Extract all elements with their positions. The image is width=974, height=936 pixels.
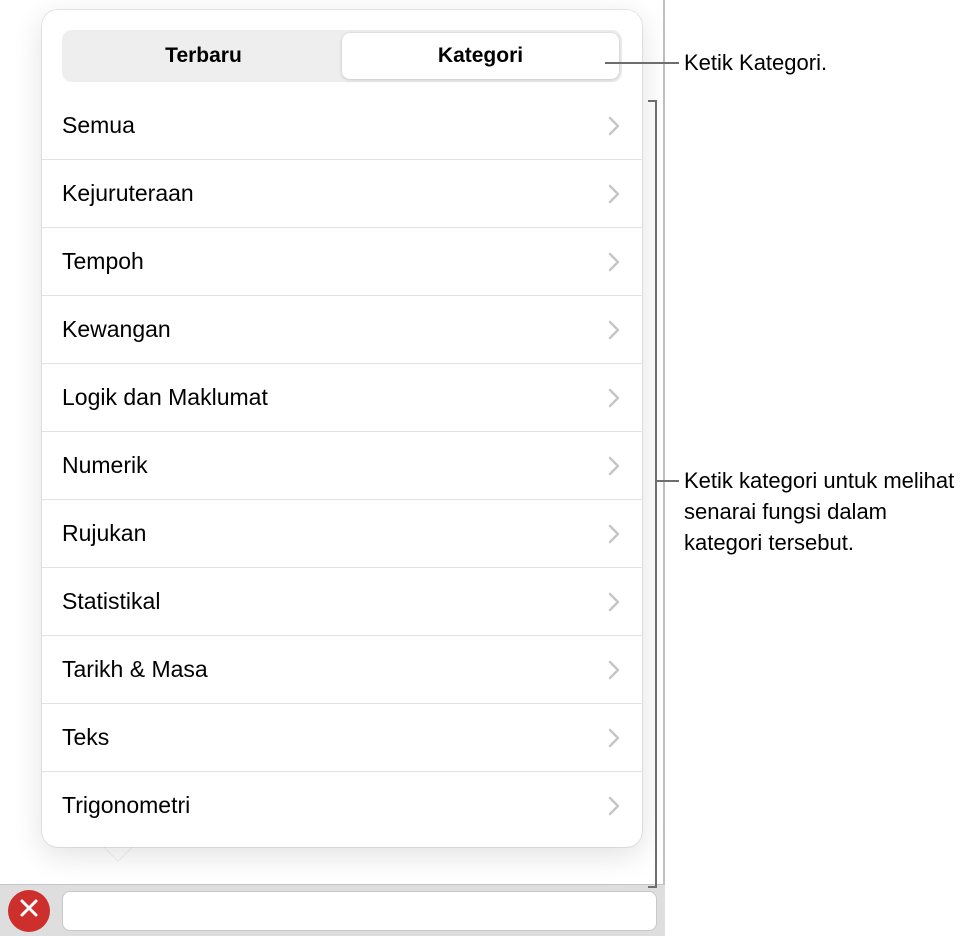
chevron-right-icon — [608, 660, 620, 680]
close-button[interactable] — [8, 890, 50, 932]
list-item[interactable]: Tarikh & Masa — [42, 636, 642, 704]
chevron-right-icon — [608, 252, 620, 272]
category-list: Semua Kejuruteraan Tempoh Kewangan — [42, 92, 642, 839]
tab-category[interactable]: Kategori — [342, 33, 619, 79]
app-panel: Terbaru Kategori Semua Kejuruteraan Temp… — [0, 0, 665, 936]
list-item[interactable]: Kejuruteraan — [42, 160, 642, 228]
chevron-right-icon — [608, 796, 620, 816]
segmented-control: Terbaru Kategori — [62, 30, 622, 82]
list-item-label: Kejuruteraan — [62, 180, 194, 207]
callout-leader-line — [655, 480, 679, 482]
callout-bracket-line — [655, 100, 657, 888]
callout-bracket-cap — [648, 886, 656, 888]
chevron-right-icon — [608, 728, 620, 748]
list-item-label: Semua — [62, 112, 135, 139]
formula-input[interactable] — [62, 891, 657, 931]
chevron-right-icon — [608, 524, 620, 544]
list-item-label: Kewangan — [62, 316, 171, 343]
list-item[interactable]: Teks — [42, 704, 642, 772]
chevron-right-icon — [608, 320, 620, 340]
callout-text: Ketik Kategori. — [684, 48, 827, 79]
list-item[interactable]: Semua — [42, 92, 642, 160]
list-item-label: Tempoh — [62, 248, 144, 275]
list-item[interactable]: Tempoh — [42, 228, 642, 296]
list-item-label: Teks — [62, 724, 109, 751]
tab-recent[interactable]: Terbaru — [65, 33, 342, 79]
list-item-label: Trigonometri — [62, 792, 190, 819]
list-item-label: Rujukan — [62, 520, 146, 547]
list-item-label: Logik dan Maklumat — [62, 384, 268, 411]
list-item[interactable]: Kewangan — [42, 296, 642, 364]
chevron-right-icon — [608, 456, 620, 476]
callout-text: Ketik kategori untuk melihat senarai fun… — [684, 466, 964, 558]
list-item-label: Numerik — [62, 452, 148, 479]
callout-leader-line — [605, 62, 679, 64]
function-browser-popover: Terbaru Kategori Semua Kejuruteraan Temp… — [42, 10, 642, 847]
list-item[interactable]: Numerik — [42, 432, 642, 500]
list-item[interactable]: Rujukan — [42, 500, 642, 568]
chevron-right-icon — [608, 592, 620, 612]
list-item-label: Statistikal — [62, 588, 160, 615]
list-item-label: Tarikh & Masa — [62, 656, 208, 683]
chevron-right-icon — [608, 184, 620, 204]
chevron-right-icon — [608, 388, 620, 408]
chevron-right-icon — [608, 116, 620, 136]
close-icon — [18, 897, 40, 924]
callout-bracket-cap — [648, 100, 656, 102]
list-item[interactable]: Trigonometri — [42, 772, 642, 839]
list-item[interactable]: Logik dan Maklumat — [42, 364, 642, 432]
formula-bar — [0, 884, 665, 936]
list-item[interactable]: Statistikal — [42, 568, 642, 636]
